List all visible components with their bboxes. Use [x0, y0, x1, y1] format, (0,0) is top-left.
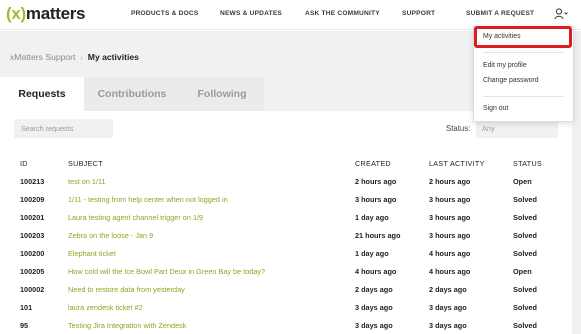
request-subject-link[interactable]: How cold will the Ice Bowl Part Deux in …	[68, 262, 355, 280]
request-last-activity: 4 hours ago	[429, 266, 471, 276]
request-status: Solved	[513, 320, 537, 330]
table-row[interactable]: 100200 Elephant ticket 1 day ago 4 hours…	[20, 244, 563, 262]
request-status: Solved	[513, 212, 537, 222]
request-subject-link[interactable]: test on 1/11	[68, 172, 355, 190]
request-id: 100200	[20, 248, 45, 258]
request-created: 21 hours ago	[355, 230, 401, 240]
table-row[interactable]: 100205 How cold will the Ice Bowl Part D…	[20, 262, 563, 280]
request-created: 1 day ago	[355, 212, 389, 222]
table-row[interactable]: 95 Testing Jira Integration with Zendesk…	[20, 316, 563, 334]
status-filter-label: Status:	[446, 124, 471, 133]
request-last-activity: 2 hours ago	[429, 176, 471, 186]
request-subject-link[interactable]: Elephant ticket	[68, 244, 355, 262]
request-created: 3 days ago	[355, 320, 393, 330]
request-subject-link[interactable]: Laura testing agent channel trigger on 1…	[68, 208, 355, 226]
request-status: Solved	[513, 230, 537, 240]
request-created: 3 hours ago	[355, 194, 397, 204]
request-id: 95	[20, 320, 29, 330]
request-id: 100213	[20, 176, 45, 186]
column-header-subject[interactable]: SUBJECT	[68, 154, 355, 172]
request-status: Open	[513, 176, 532, 186]
request-last-activity: 3 days ago	[429, 302, 467, 312]
requests-panel: Status: Any ID SUBJECT CREATED LAST ACTI…	[0, 111, 572, 334]
table-row[interactable]: 100203 Zebra on the loose - Jan 9 21 hou…	[20, 226, 563, 244]
nav-support[interactable]: SUPPORT	[402, 10, 435, 17]
logo-mark: (x)	[6, 4, 26, 23]
request-subject-link[interactable]: Testing Jira Integration with Zendesk	[68, 316, 355, 334]
tab-following[interactable]: Following	[180, 77, 264, 111]
menu-item-sign-out[interactable]: Sign out	[483, 105, 508, 112]
request-created: 2 days ago	[355, 284, 393, 294]
request-id: 100205	[20, 266, 45, 276]
request-last-activity: 3 hours ago	[429, 194, 471, 204]
table-row[interactable]: 100213 test on 1/11 2 hours ago 2 hours …	[20, 172, 563, 190]
request-created: 2 hours ago	[355, 176, 397, 186]
column-header-last-activity[interactable]: LAST ACTIVITY	[429, 154, 513, 172]
column-header-id[interactable]: ID	[20, 154, 68, 172]
request-subject-link[interactable]: Need to restore data from yesterday	[68, 280, 355, 298]
request-id: 100203	[20, 230, 45, 240]
nav-products-docs[interactable]: PRODUCTS & DOCS	[131, 10, 198, 17]
user-icon[interactable]	[554, 7, 568, 21]
request-last-activity: 4 hours ago	[429, 248, 471, 258]
request-id: 101	[20, 302, 33, 312]
request-status: Open	[513, 266, 532, 276]
logo-wordmark: matters	[25, 4, 86, 23]
nav-submit-request[interactable]: SUBMIT A REQUEST	[466, 10, 534, 17]
table-header-row: ID SUBJECT CREATED LAST ACTIVITY STATUS	[20, 154, 563, 172]
table-row[interactable]: 101 laura zendesk ticket #2 3 days ago 3…	[20, 298, 563, 316]
nav-ask-community[interactable]: ASK THE COMMUNITY	[305, 10, 380, 17]
request-created: 4 hours ago	[355, 266, 397, 276]
request-last-activity: 3 hours ago	[429, 212, 471, 222]
column-header-created[interactable]: CREATED	[355, 154, 429, 172]
breadcrumb-separator: ›	[80, 55, 83, 62]
table-row[interactable]: 100201 Laura testing agent channel trigg…	[20, 208, 563, 226]
breadcrumb: xMatters Support › My activities	[10, 52, 139, 62]
highlight-box	[474, 26, 572, 48]
menu-divider	[483, 96, 563, 97]
request-id: 100201	[20, 212, 45, 222]
tab-requests[interactable]: Requests	[0, 77, 84, 111]
request-last-activity: 3 hours ago	[429, 230, 471, 240]
menu-divider	[483, 52, 563, 53]
request-status: Solved	[513, 302, 537, 312]
breadcrumb-root[interactable]: xMatters Support	[10, 52, 75, 62]
xmatters-logo[interactable]: (x)matters	[6, 4, 86, 24]
request-subject-link[interactable]: Zebra on the loose - Jan 9	[68, 226, 355, 244]
tab-contributions[interactable]: Contributions	[84, 77, 180, 111]
menu-item-change-password[interactable]: Change password	[483, 77, 539, 84]
request-status: Solved	[513, 194, 537, 204]
requests-table: ID SUBJECT CREATED LAST ACTIVITY STATUS …	[20, 154, 563, 334]
menu-item-edit-profile[interactable]: Edit my profile	[483, 62, 527, 69]
request-subject-link[interactable]: 1/11 - testing from help center when not…	[68, 190, 355, 208]
column-header-status[interactable]: STATUS	[513, 154, 563, 172]
table-row[interactable]: 100209 1/11 - testing from help center w…	[20, 190, 563, 208]
table-row[interactable]: 100002 Need to restore data from yesterd…	[20, 280, 563, 298]
request-subject-link[interactable]: laura zendesk ticket #2	[68, 298, 355, 316]
breadcrumb-current: My activities	[87, 52, 139, 62]
search-requests-input[interactable]	[14, 119, 113, 138]
request-id: 100002	[20, 284, 45, 294]
request-last-activity: 2 days ago	[429, 284, 467, 294]
request-last-activity: 3 days ago	[429, 320, 467, 330]
request-created: 1 day ago	[355, 248, 389, 258]
request-status: Solved	[513, 284, 537, 294]
request-created: 3 days ago	[355, 302, 393, 312]
request-id: 100209	[20, 194, 45, 204]
request-status: Solved	[513, 248, 537, 258]
nav-news-updates[interactable]: NEWS & UPDATES	[220, 10, 282, 17]
